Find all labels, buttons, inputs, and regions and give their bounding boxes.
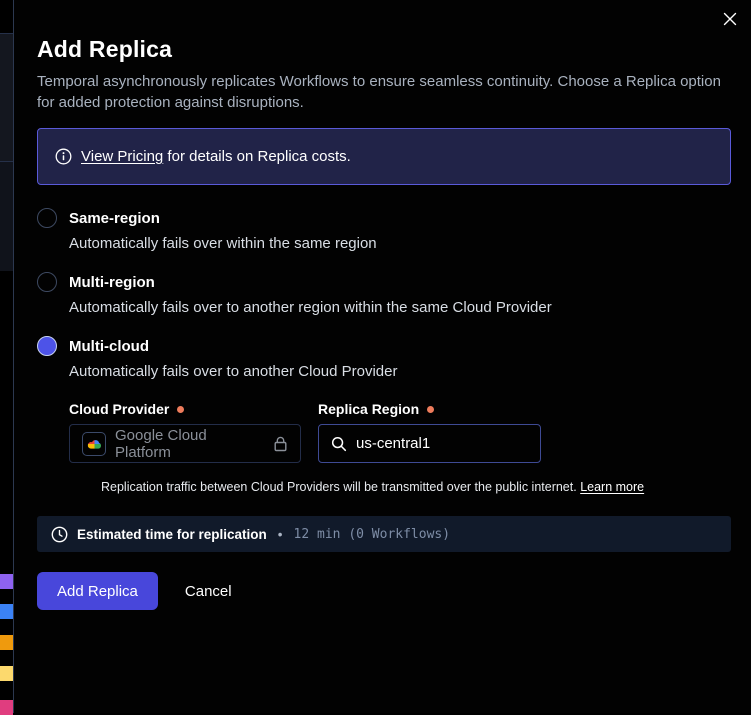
cloud-provider-field: Google Cloud Platform xyxy=(69,424,301,463)
radio-circle-icon[interactable] xyxy=(37,336,57,356)
replica-option-group: Same-region Automatically fails over wit… xyxy=(37,208,731,494)
public-internet-note: Replication traffic between Cloud Provid… xyxy=(101,480,731,494)
option-label: Multi-cloud xyxy=(69,338,149,355)
radio-circle-icon[interactable] xyxy=(37,272,57,292)
option-multi-cloud: Multi-cloud Automatically fails over to … xyxy=(37,336,731,494)
search-icon xyxy=(331,436,347,452)
estimate-separator: • xyxy=(278,527,283,542)
page-title: Add Replica xyxy=(37,36,731,63)
pricing-info-banner: View Pricing for details on Replica cost… xyxy=(37,128,731,185)
cancel-button[interactable]: Cancel xyxy=(185,583,232,600)
lock-icon xyxy=(273,436,288,452)
replica-region-value: us-central1 xyxy=(356,435,430,452)
pricing-banner-text: View Pricing for details on Replica cost… xyxy=(81,148,351,165)
option-same-region: Same-region Automatically fails over wit… xyxy=(37,208,731,252)
view-pricing-link[interactable]: View Pricing xyxy=(81,148,163,165)
required-dot-icon xyxy=(427,406,434,413)
backdrop-panel xyxy=(0,33,13,161)
estimated-time-banner: Estimated time for replication • 12 min … xyxy=(37,516,731,552)
radio-multi-region[interactable]: Multi-region xyxy=(37,272,731,292)
required-dot-icon xyxy=(177,406,184,413)
multi-cloud-form: Cloud Provider Replica Region xyxy=(69,401,731,494)
backdrop-color-stripe xyxy=(0,604,13,619)
option-description: Automatically fails over to another regi… xyxy=(69,299,731,316)
info-icon xyxy=(55,148,72,165)
option-multi-region: Multi-region Automatically fails over to… xyxy=(37,272,731,316)
radio-circle-icon[interactable] xyxy=(37,208,57,228)
learn-more-link[interactable]: Learn more xyxy=(580,480,644,494)
backdrop-panel xyxy=(0,161,13,271)
radio-multi-cloud[interactable]: Multi-cloud xyxy=(37,336,731,356)
modal-description: Temporal asynchronously replicates Workf… xyxy=(37,71,731,113)
backdrop-color-stripe xyxy=(0,635,13,650)
add-replica-modal: Add Replica Temporal asynchronously repl… xyxy=(13,0,751,713)
modal-actions: Add Replica Cancel xyxy=(37,572,731,610)
option-description: Automatically fails over to another Clou… xyxy=(69,363,731,380)
option-label: Multi-region xyxy=(69,274,155,291)
backdrop-color-stripe xyxy=(0,666,13,681)
google-cloud-icon xyxy=(82,432,106,456)
add-replica-button[interactable]: Add Replica xyxy=(37,572,158,610)
backdrop-page-strip xyxy=(0,0,13,713)
estimate-label: Estimated time for replication xyxy=(77,527,267,542)
radio-same-region[interactable]: Same-region xyxy=(37,208,731,228)
replica-region-field[interactable]: us-central1 xyxy=(318,424,541,463)
clock-icon xyxy=(51,526,68,543)
replica-region-label: Replica Region xyxy=(318,401,434,417)
estimate-value: 12 min (0 Workflows) xyxy=(294,527,451,542)
backdrop-color-stripe xyxy=(0,574,13,589)
cloud-provider-value: Google Cloud Platform xyxy=(115,427,264,461)
close-icon[interactable] xyxy=(720,9,740,29)
option-description: Automatically fails over within the same… xyxy=(69,235,731,252)
option-label: Same-region xyxy=(69,210,160,227)
cloud-provider-label: Cloud Provider xyxy=(69,401,318,417)
